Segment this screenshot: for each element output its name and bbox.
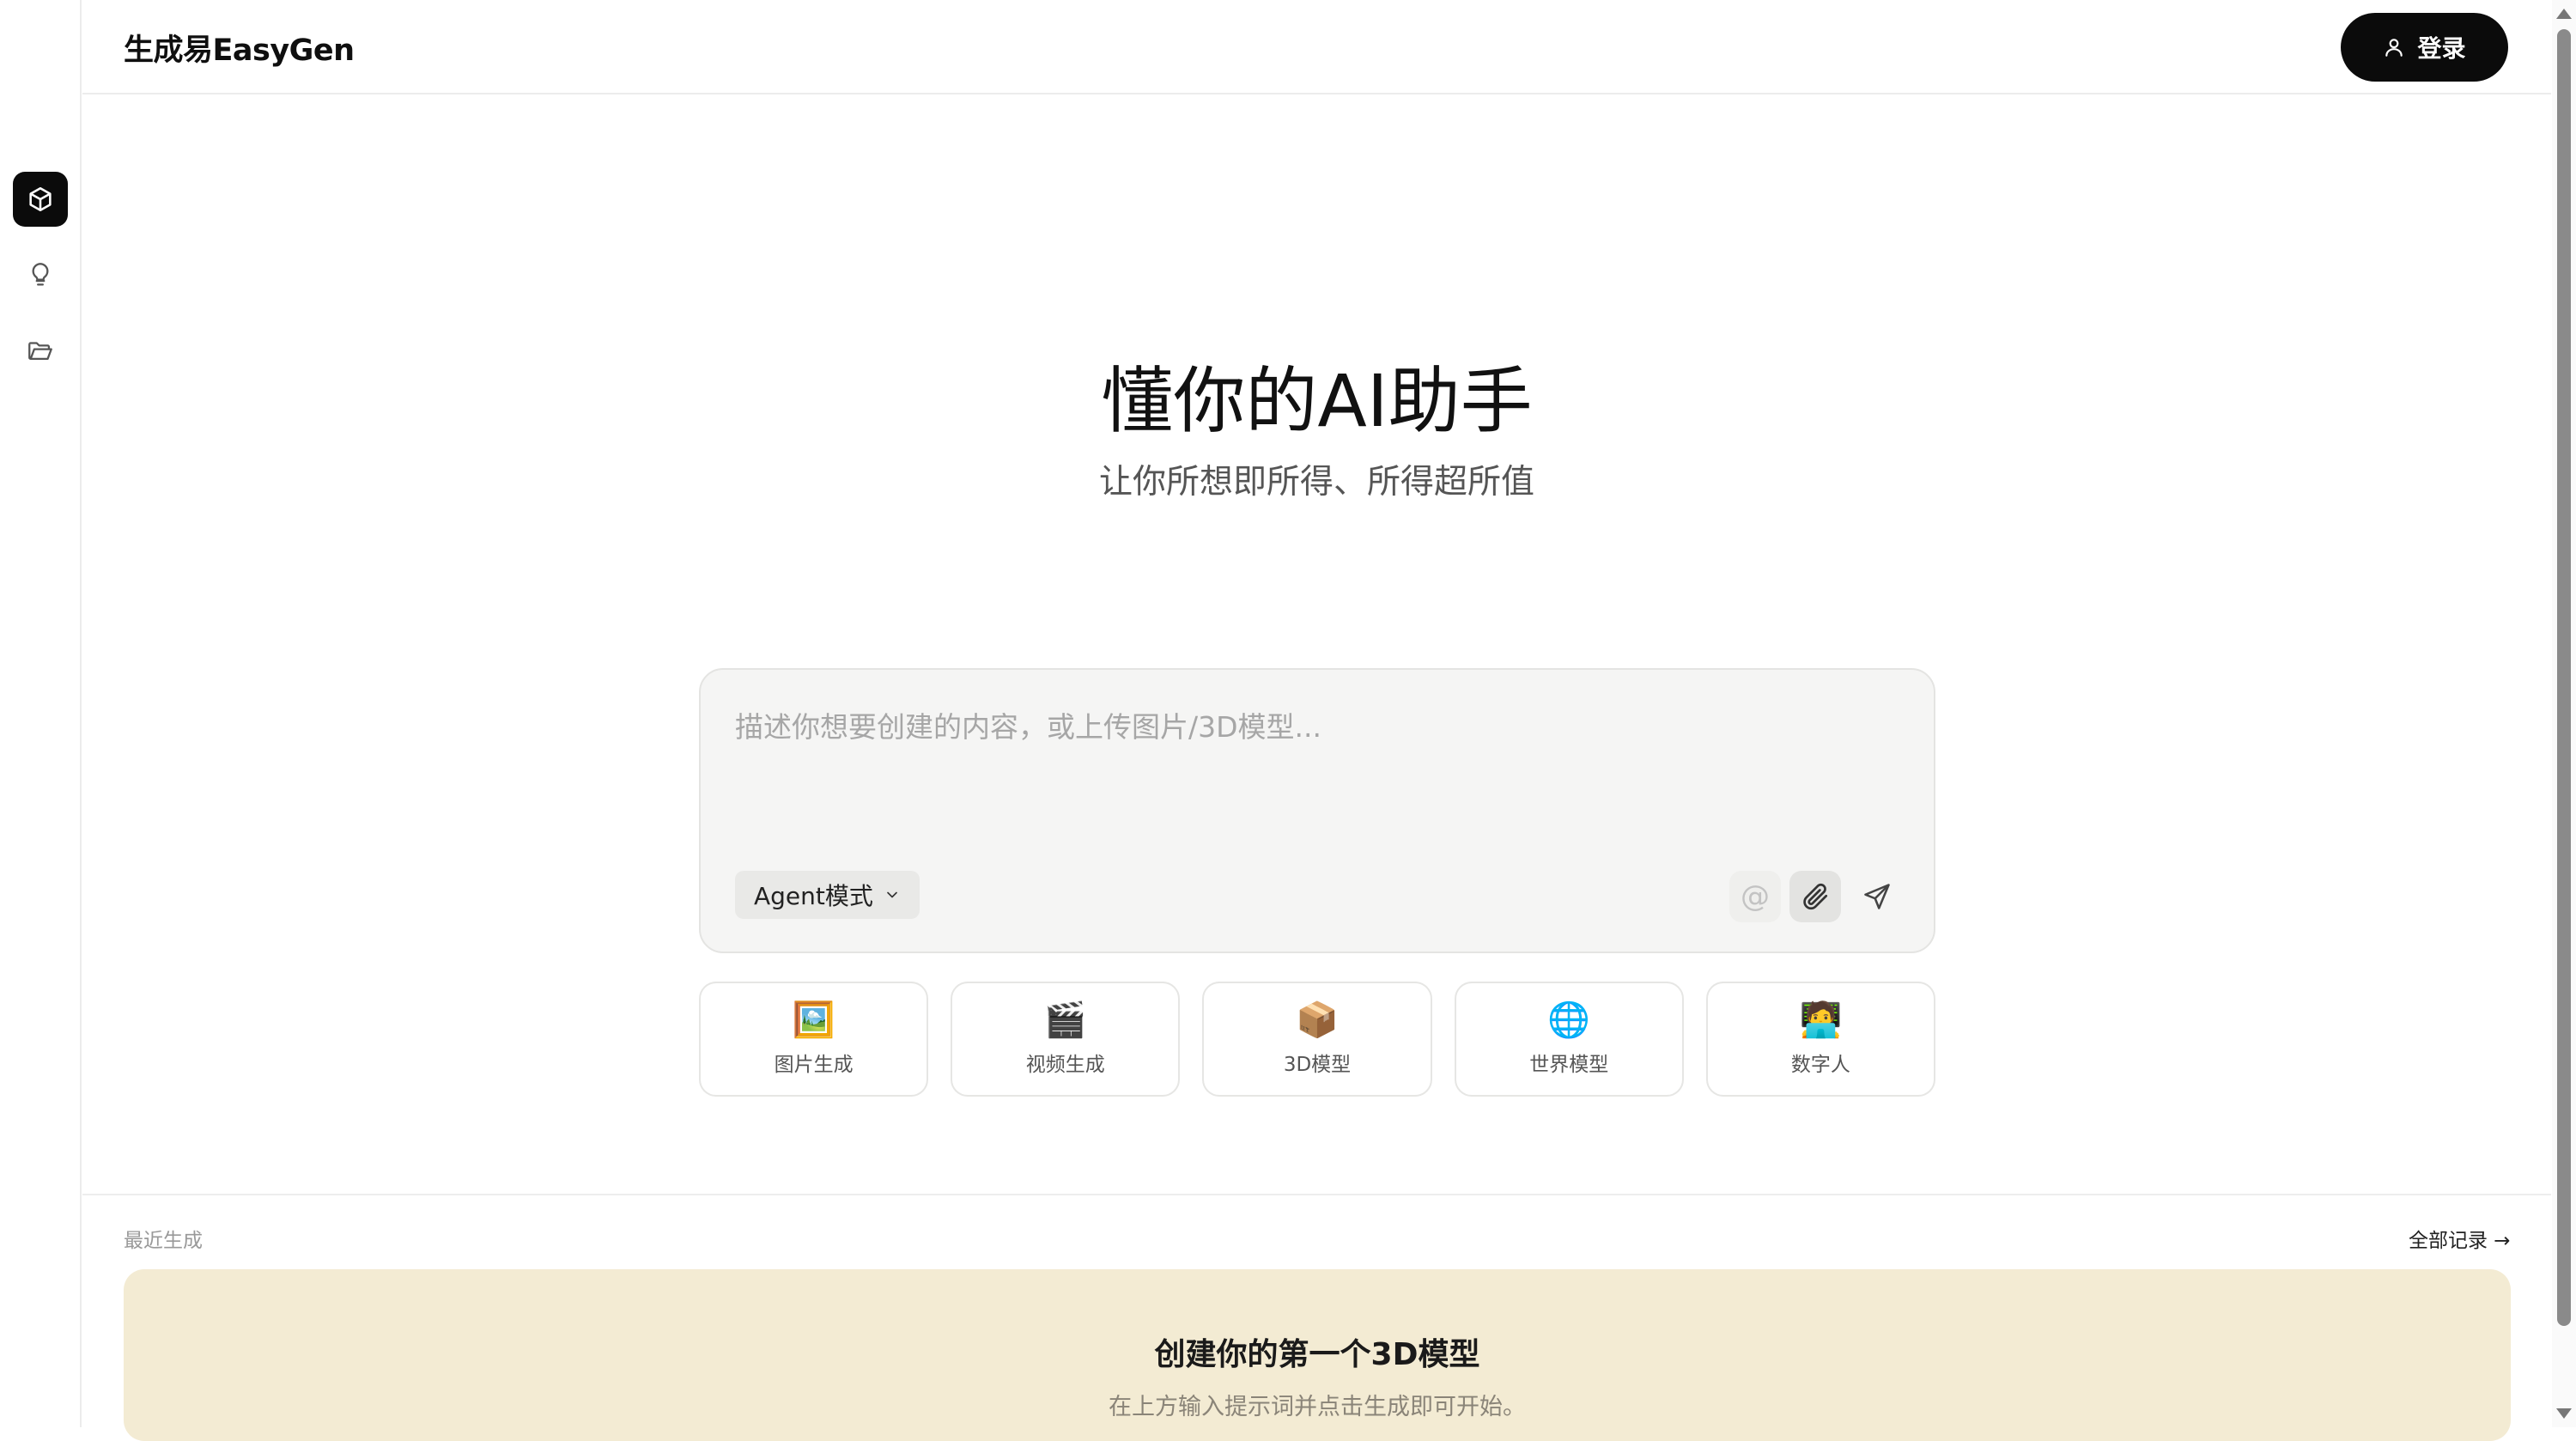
cube-icon	[29, 186, 52, 212]
feature-video-generation[interactable]: 🎬 视频生成	[951, 982, 1181, 1097]
feature-cards: 🖼️ 图片生成 🎬 视频生成 📦 3D模型 🌐 世界模型 🧑‍💻 数字人	[699, 982, 1936, 1097]
empty-state-title: 创建你的第一个3D模型	[1154, 1337, 1480, 1372]
prompt-composer: Agent模式 @	[699, 668, 1935, 953]
top-bar: 生成易EasyGen 登录	[82, 0, 2551, 94]
prompt-input[interactable]	[735, 704, 1894, 833]
feature-label: 数字人	[1790, 1054, 1850, 1076]
attach-button[interactable]	[1789, 871, 1841, 922]
feature-3d-model[interactable]: 📦 3D模型	[1202, 982, 1432, 1097]
hero-subtitle: 让你所想即所得、所得超所值	[1098, 463, 1534, 502]
recent-section-label: 最近生成	[124, 1230, 203, 1252]
feature-world-model[interactable]: 🌐 世界模型	[1454, 982, 1684, 1097]
at-icon: @	[1741, 879, 1770, 914]
user-icon	[2385, 39, 2403, 57]
lightbulb-icon	[32, 263, 49, 286]
sidebar-item-files[interactable]	[13, 323, 68, 378]
send-button[interactable]	[1851, 871, 1903, 922]
sidebar	[0, 0, 82, 1427]
feature-image-generation[interactable]: 🖼️ 图片生成	[699, 982, 929, 1097]
mode-select[interactable]: Agent模式	[735, 871, 920, 919]
login-label: 登录	[2417, 34, 2466, 63]
empty-state-subtitle: 在上方输入提示词并点击生成即可开始。	[1109, 1394, 1526, 1420]
all-records-link[interactable]: 全部记录 →	[2409, 1224, 2511, 1253]
chevron-down-icon	[887, 891, 897, 898]
person-at-laptop-icon: 🧑‍💻	[1799, 1000, 1843, 1040]
empty-state-banner: 创建你的第一个3D模型 在上方输入提示词并点击生成即可开始。	[124, 1269, 2511, 1441]
package-icon: 📦	[1296, 1000, 1339, 1040]
mode-select-label: Agent模式	[754, 882, 873, 910]
picture-icon: 🖼️	[792, 1000, 835, 1040]
paperclip-icon	[1803, 883, 1828, 910]
clapper-icon: 🎬	[1043, 1000, 1087, 1040]
login-button[interactable]: 登录	[2341, 13, 2508, 82]
send-icon	[1864, 884, 1890, 909]
feature-label: 视频生成	[1025, 1054, 1105, 1076]
globe-icon: 🌐	[1547, 1000, 1591, 1040]
sidebar-item-3d[interactable]	[13, 172, 68, 227]
sidebar-item-ideas[interactable]	[13, 247, 68, 302]
scroll-up-arrow-icon[interactable]	[2556, 9, 2572, 19]
scroll-thumb[interactable]	[2557, 29, 2571, 1326]
folder-open-icon	[28, 342, 52, 361]
mention-button[interactable]: @	[1729, 871, 1781, 922]
page-scrollbar[interactable]	[2552, 0, 2576, 1427]
hero-title: 懂你的AI助手	[1101, 359, 1533, 443]
scroll-down-arrow-icon[interactable]	[2556, 1408, 2572, 1419]
section-divider	[82, 1194, 2551, 1195]
feature-label: 图片生成	[774, 1054, 854, 1076]
feature-label: 世界模型	[1529, 1054, 1609, 1076]
feature-digital-human[interactable]: 🧑‍💻 数字人	[1705, 982, 1936, 1097]
brand-logo[interactable]: 生成易EasyGen	[124, 26, 355, 70]
feature-label: 3D模型	[1283, 1054, 1352, 1076]
